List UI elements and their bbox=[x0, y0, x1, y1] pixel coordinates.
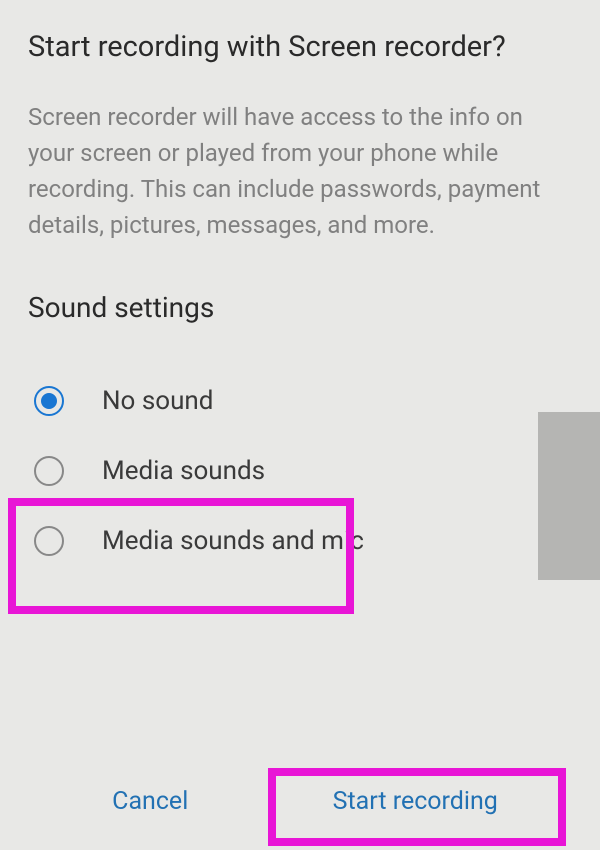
radio-label: Media sounds and mic bbox=[102, 526, 364, 556]
radio-icon bbox=[34, 386, 64, 416]
radio-media-sounds[interactable]: Media sounds bbox=[28, 436, 572, 506]
dialog-button-row: Cancel Start recording bbox=[0, 773, 600, 830]
cancel-button[interactable]: Cancel bbox=[88, 773, 212, 830]
radio-icon bbox=[34, 526, 64, 556]
scrollbar-area bbox=[538, 412, 600, 580]
radio-icon bbox=[34, 456, 64, 486]
screen-recorder-dialog: Start recording with Screen recorder? Sc… bbox=[0, 0, 600, 576]
radio-label: Media sounds bbox=[102, 456, 265, 486]
sound-settings-heading: Sound settings bbox=[28, 291, 572, 324]
radio-no-sound[interactable]: No sound bbox=[28, 366, 572, 436]
sound-radio-group: No sound Media sounds Media sounds and m… bbox=[28, 366, 572, 576]
radio-label: No sound bbox=[102, 386, 213, 416]
dialog-description: Screen recorder will have access to the … bbox=[28, 99, 572, 243]
radio-media-sounds-and-mic[interactable]: Media sounds and mic bbox=[28, 506, 572, 576]
dialog-title: Start recording with Screen recorder? bbox=[28, 28, 572, 67]
start-recording-button[interactable]: Start recording bbox=[309, 773, 522, 830]
